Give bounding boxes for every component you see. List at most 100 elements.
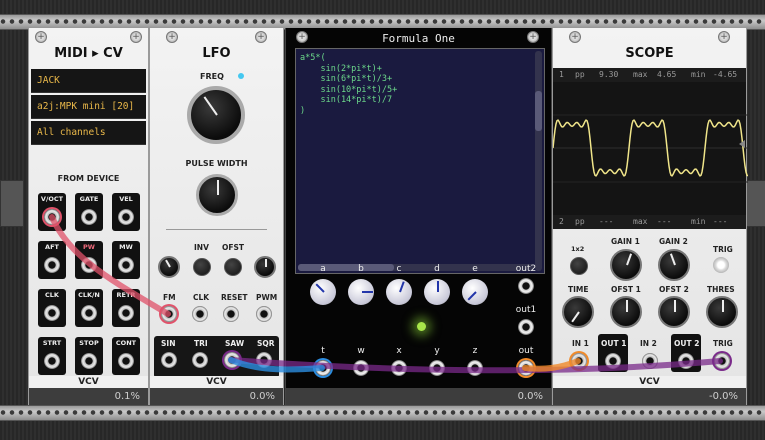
in2-jack[interactable]: [642, 353, 658, 369]
rack-rail-bottom: [0, 405, 765, 421]
midi-device-select[interactable]: a2j:MPK mini [20]: [31, 95, 146, 119]
jack-voct[interactable]: [44, 209, 60, 225]
input-t-jack[interactable]: [315, 360, 331, 376]
cpu-meter: -0.0%: [553, 388, 746, 406]
port-voct[interactable]: V/OCT: [38, 193, 66, 231]
1x2-label: 1x2: [571, 245, 585, 253]
port-retr[interactable]: RETR: [112, 289, 140, 327]
thres-knob[interactable]: [706, 296, 738, 328]
sin-output-jack[interactable]: [161, 352, 177, 368]
out2-jack[interactable]: [678, 353, 694, 369]
scope-module: + + SCOPE 1 pp 9.30 max 4.65 min -4.65 2…: [552, 28, 748, 406]
out1-jack[interactable]: [518, 319, 534, 335]
ofst-button[interactable]: [224, 258, 242, 276]
jack-pw[interactable]: [81, 257, 97, 273]
port-strt[interactable]: STRT: [38, 337, 66, 375]
ofst2-knob[interactable]: [658, 296, 690, 328]
tri-output-jack[interactable]: [192, 352, 208, 368]
freq-led-icon: [238, 73, 244, 79]
out1-label: OUT 1: [601, 339, 627, 348]
in1-jack[interactable]: [571, 353, 587, 369]
midi-channel-select[interactable]: All channels: [31, 121, 146, 145]
time-knob[interactable]: [562, 296, 594, 328]
jack-cont[interactable]: [118, 353, 134, 369]
1x2-button[interactable]: [570, 257, 588, 275]
port-pw[interactable]: PW: [75, 241, 103, 279]
formula-line: sin(2*pi*t)+: [300, 63, 382, 74]
fm-attenuator-knob[interactable]: [158, 256, 180, 278]
saw-label: SAW: [225, 339, 245, 348]
port-clk[interactable]: CLK: [38, 289, 66, 327]
freq-knob[interactable]: [187, 86, 245, 144]
input-z-label: z: [472, 346, 478, 356]
scope-display[interactable]: [553, 82, 748, 215]
input-x-jack[interactable]: [391, 360, 407, 376]
jack-aft[interactable]: [44, 257, 60, 273]
port-aft[interactable]: AFT: [38, 241, 66, 279]
out1-label: out1: [515, 305, 537, 315]
trig-button[interactable]: [713, 257, 729, 273]
midi-driver-select[interactable]: JACK: [31, 69, 146, 93]
gain2-knob[interactable]: [658, 249, 690, 281]
param-e-label: e: [472, 264, 478, 274]
input-w-label: w: [357, 346, 365, 356]
formula-editor[interactable]: a*5*( sin(2*pi*t)+ sin(6*pi*t)/3+ sin(10…: [295, 48, 545, 274]
jack-clk[interactable]: [44, 305, 60, 321]
formula-line: sin(14*pi*t)/7: [300, 95, 393, 105]
editor-vertical-scrollbar[interactable]: [535, 51, 542, 271]
port-gate[interactable]: GATE: [75, 193, 103, 231]
inv-button[interactable]: [193, 258, 211, 276]
jack-gate[interactable]: [81, 209, 97, 225]
rack-side-strip-left: [0, 180, 24, 227]
jack-mw[interactable]: [118, 257, 134, 273]
trig-input-jack[interactable]: [714, 353, 730, 369]
pwm-attenuator-knob[interactable]: [254, 256, 276, 278]
input-z-jack[interactable]: [467, 360, 483, 376]
param-e-knob[interactable]: [462, 279, 488, 305]
time-label: TIME: [568, 285, 589, 294]
reset-input-jack[interactable]: [223, 306, 239, 322]
out2-jack[interactable]: [518, 278, 534, 294]
input-t-label: t: [321, 346, 325, 356]
input-w-jack[interactable]: [353, 360, 369, 376]
port-stop[interactable]: STOP: [75, 337, 103, 375]
pulse-width-label: PULSE WIDTH: [185, 159, 248, 168]
in2-label: IN 2: [640, 339, 657, 348]
param-c-knob[interactable]: [386, 279, 412, 305]
out1-jack[interactable]: [605, 353, 621, 369]
module-title: Formula One: [382, 32, 455, 45]
clk-input-jack[interactable]: [192, 306, 208, 322]
port-clkn[interactable]: CLK/N: [75, 289, 103, 327]
fm-label: FM: [163, 293, 176, 302]
port-vel[interactable]: VEL: [112, 193, 140, 231]
pwm-input-jack[interactable]: [256, 306, 272, 322]
section-label: FROM DEVICE: [57, 174, 120, 183]
pulse-width-knob[interactable]: [196, 174, 238, 216]
tri-label: TRI: [194, 339, 208, 348]
param-d-knob[interactable]: [424, 279, 450, 305]
formula-line: ): [300, 105, 306, 116]
jack-stop[interactable]: [81, 353, 97, 369]
out2-label: out2: [515, 264, 537, 274]
port-cont[interactable]: CONT: [112, 337, 140, 375]
param-b-knob[interactable]: [348, 279, 374, 305]
jack-clkn[interactable]: [81, 305, 97, 321]
input-y-label: y: [434, 346, 440, 356]
cpu-meter: 0.0%: [150, 388, 283, 406]
input-y-jack[interactable]: [429, 360, 445, 376]
jack-strt[interactable]: [44, 353, 60, 369]
out-label: out: [518, 346, 534, 356]
gain1-knob[interactable]: [610, 249, 642, 281]
fm-input-jack[interactable]: [161, 306, 177, 322]
port-mw[interactable]: MW: [112, 241, 140, 279]
ofst1-knob[interactable]: [610, 296, 642, 328]
screw-icon: +: [130, 31, 142, 43]
param-a-knob[interactable]: [310, 279, 336, 305]
in1-label: IN 1: [572, 339, 589, 348]
out-jack[interactable]: [518, 360, 534, 376]
sqr-output-jack[interactable]: [256, 352, 272, 368]
scope-ch1-stats: 1 pp 9.30 max 4.65 min -4.65: [553, 68, 746, 82]
saw-output-jack[interactable]: [224, 352, 240, 368]
jack-retr[interactable]: [118, 305, 134, 321]
jack-vel[interactable]: [118, 209, 134, 225]
